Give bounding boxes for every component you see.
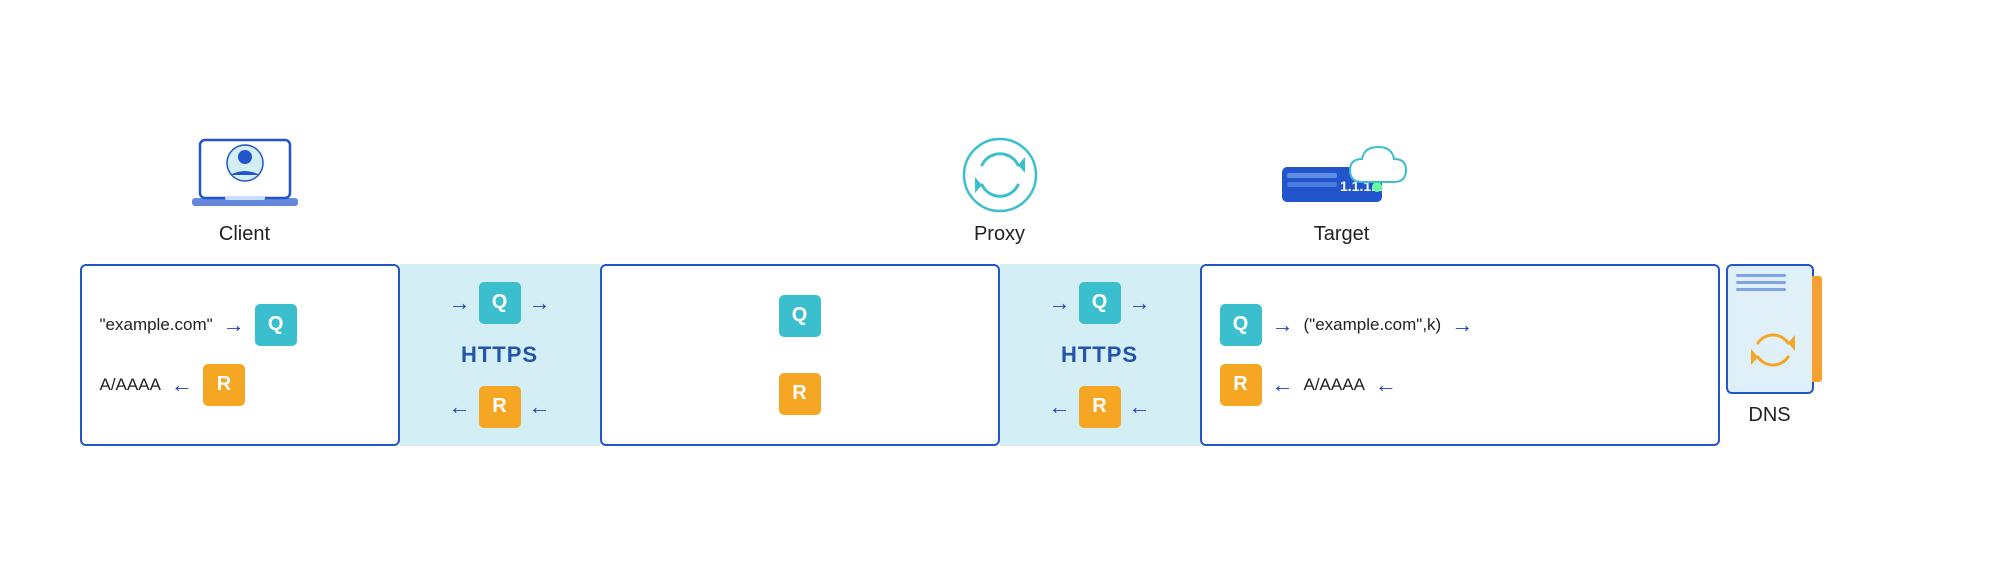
client-icon-group: Client xyxy=(190,135,300,246)
notebook-spine xyxy=(1812,276,1822,382)
https-band-1: → Q → HTTPS ← R ← xyxy=(400,264,600,446)
target-arrow-left2: ← xyxy=(1375,372,1397,398)
band1-q-box: Q xyxy=(479,282,521,324)
icons-row: Client Proxy 1.1.1.1 xyxy=(50,135,1950,246)
band1-r-row: ← R ← xyxy=(449,386,551,428)
proxy-label: Proxy xyxy=(974,223,1025,246)
target-query-text: ("example.com",k) xyxy=(1304,315,1442,335)
band2-q-row: → Q → xyxy=(1049,282,1151,324)
client-label: Client xyxy=(219,223,270,246)
dns-section: DNS xyxy=(1726,264,1814,446)
client-q-box: Q xyxy=(255,304,297,346)
dns-label: DNS xyxy=(1748,404,1790,427)
proxy-sync-icon xyxy=(960,135,1040,215)
notebook-lines xyxy=(1736,274,1786,291)
target-r-box: R xyxy=(1220,364,1262,406)
client-response-text: A/AAAA xyxy=(100,375,161,395)
target-q-box: Q xyxy=(1220,304,1262,346)
diagram-container: Client Proxy 1.1.1.1 xyxy=(50,135,1950,446)
client-r-box: R xyxy=(203,364,245,406)
target-response-text: A/AAAA xyxy=(1304,375,1365,395)
dns-notebook xyxy=(1726,264,1814,394)
proxy-r-box: R xyxy=(779,373,821,415)
target-arrow-left: ← xyxy=(1272,372,1294,398)
proxy-box: Q R xyxy=(600,264,1000,446)
band2-r-row: ← R ← xyxy=(1049,386,1151,428)
dns-sync-icon xyxy=(1748,325,1798,380)
client-query-row: "example.com" → Q xyxy=(100,304,297,346)
target-icon-group: 1.1.1.1 Target xyxy=(1282,157,1402,246)
https-label-1: HTTPS xyxy=(461,342,538,368)
https-label-2: HTTPS xyxy=(1061,342,1138,368)
main-flow: "example.com" → Q A/AAAA ← R → Q xyxy=(50,264,1950,446)
target-query-row: Q → ("example.com",k) → xyxy=(1220,304,1474,346)
band1-q-row: → Q → xyxy=(449,282,551,324)
client-box: "example.com" → Q A/AAAA ← R xyxy=(80,264,400,446)
https-band-2: → Q → HTTPS ← R ← xyxy=(1000,264,1200,446)
target-label: Target xyxy=(1314,223,1370,246)
proxy-q-box: Q xyxy=(779,295,821,337)
band2-q-box: Q xyxy=(1079,282,1121,324)
client-response-row: A/AAAA ← R xyxy=(100,364,245,406)
proxy-icon-group: Proxy xyxy=(960,135,1040,246)
target-box: Q → ("example.com",k) → R ← A/AAAA ← xyxy=(1200,264,1720,446)
arrow-right-icon: → xyxy=(223,312,245,338)
cloud-icon xyxy=(1342,137,1432,197)
band2-r-box: R xyxy=(1079,386,1121,428)
target-response-row: R ← A/AAAA ← xyxy=(1220,364,1397,406)
band1-r-box: R xyxy=(479,386,521,428)
client-query-text: "example.com" xyxy=(100,315,213,335)
target-arrow-right2: → xyxy=(1451,312,1473,338)
laptop-icon xyxy=(190,135,300,215)
arrow-left-icon: ← xyxy=(171,372,193,398)
target-arrow-right: → xyxy=(1272,312,1294,338)
